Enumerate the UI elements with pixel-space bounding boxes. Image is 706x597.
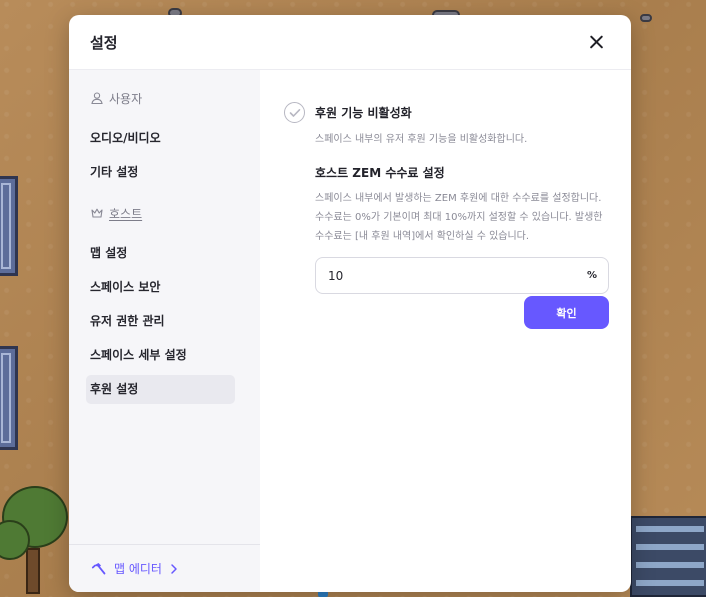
sidebar-item-map-settings[interactable]: 맵 설정 bbox=[86, 239, 235, 268]
donation-settings-panel: 후원 기능 비활성화 스페이스 내부의 유저 후원 기능을 비활성화합니다. 호… bbox=[260, 70, 631, 592]
map-rock bbox=[640, 14, 652, 22]
settings-sidebar: 사용자 오디오/비디오 기타 설정 호스트 맵 설정 스페이스 보안 유저 권한… bbox=[69, 70, 260, 592]
user-icon bbox=[91, 92, 103, 105]
fee-unit: % bbox=[586, 270, 597, 281]
disable-donation-row: 후원 기능 비활성화 bbox=[284, 102, 609, 123]
sidebar-item-donation-settings[interactable]: 후원 설정 bbox=[86, 375, 235, 404]
map-editor-label: 맵 에디터 bbox=[114, 562, 162, 576]
fee-setting-description: 스페이스 내부에서 발생하는 ZEM 후원에 대한 수수료를 설정합니다. 수수… bbox=[315, 193, 603, 242]
hammer-icon bbox=[91, 562, 106, 574]
section-user-label: 사용자 bbox=[109, 91, 143, 106]
map-building bbox=[630, 516, 706, 597]
section-host: 호스트 bbox=[90, 202, 239, 224]
map-window bbox=[0, 176, 18, 276]
sidebar-item-audio-video[interactable]: 오디오/비디오 bbox=[86, 124, 235, 153]
settings-modal: 설정 사용자 오디오/비디오 기타 설정 호스트 맵 설정 스페이스 보안 유저… bbox=[69, 15, 631, 592]
check-icon bbox=[289, 108, 300, 117]
confirm-button[interactable]: 확인 bbox=[524, 296, 609, 329]
map-tree-trunk bbox=[26, 548, 40, 594]
modal-header: 설정 bbox=[69, 15, 631, 70]
sidebar-item-space-security[interactable]: 스페이스 보안 bbox=[86, 273, 235, 302]
sidebar-item-user-permissions[interactable]: 유저 권한 관리 bbox=[86, 307, 235, 336]
close-icon[interactable] bbox=[585, 30, 609, 54]
map-editor-link[interactable]: 맵 에디터 bbox=[69, 544, 260, 592]
fee-input[interactable] bbox=[328, 268, 568, 283]
disable-donation-title: 후원 기능 비활성화 bbox=[315, 106, 412, 120]
sidebar-item-space-details[interactable]: 스페이스 세부 설정 bbox=[86, 341, 235, 370]
sidebar-item-other-settings[interactable]: 기타 설정 bbox=[86, 158, 235, 187]
fee-setting-title: 호스트 ZEM 수수료 설정 bbox=[315, 166, 445, 180]
chevron-right-icon bbox=[171, 563, 177, 574]
section-host-label: 호스트 bbox=[109, 206, 143, 221]
fee-input-box: % bbox=[315, 257, 609, 294]
disable-donation-checkbox[interactable] bbox=[284, 102, 305, 123]
crown-icon bbox=[91, 208, 103, 218]
modal-title: 설정 bbox=[90, 33, 118, 52]
section-user: 사용자 bbox=[90, 87, 239, 109]
disable-donation-description: 스페이스 내부의 유저 후원 기능을 비활성화합니다. bbox=[315, 134, 528, 145]
map-window bbox=[0, 346, 18, 450]
modal-body: 사용자 오디오/비디오 기타 설정 호스트 맵 설정 스페이스 보안 유저 권한… bbox=[69, 70, 631, 592]
